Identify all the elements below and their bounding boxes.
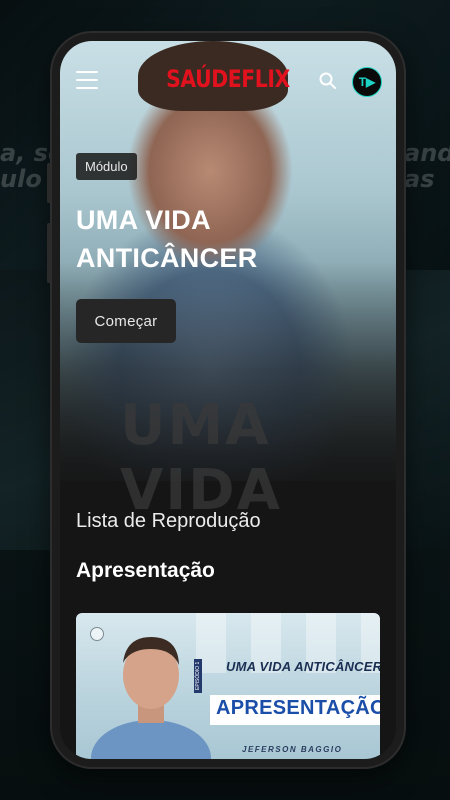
search-icon[interactable] — [318, 71, 338, 91]
episode-card[interactable]: UMA VIDA ANTICÂNCER EPISÓDIO 1 APRESENTA… — [76, 613, 380, 759]
phone-side-button — [47, 223, 51, 283]
hero-watermark: UMA VIDA — [120, 393, 282, 523]
phone-frame: UMA VIDA SAÚDEFLIX T▶ Módulo UMA VIDA AN… — [47, 33, 404, 767]
start-button[interactable]: Começar — [76, 299, 176, 343]
episode-author: JEFERSON BAGGIO — [242, 745, 343, 754]
avatar[interactable]: T▶ — [352, 67, 382, 97]
hero-title: UMA VIDA ANTICÂNCER — [76, 205, 258, 273]
episode-thumbnail-subtitle: APRESENTAÇÃO — [216, 697, 380, 719]
app-screen[interactable]: UMA VIDA SAÚDEFLIX T▶ Módulo UMA VIDA AN… — [60, 41, 396, 759]
episode-thumbnail-title: UMA VIDA ANTICÂNCER — [226, 659, 380, 674]
module-badge: Módulo — [76, 153, 137, 180]
section-title: Apresentação — [76, 559, 215, 582]
phone-side-button — [47, 163, 51, 203]
episode-select-radio[interactable] — [90, 627, 104, 641]
episode-number-tag: EPISÓDIO 1 — [194, 658, 202, 693]
playlist-heading: Lista de Reprodução — [76, 510, 261, 532]
top-bar: SAÚDEFLIX T▶ — [60, 41, 396, 121]
